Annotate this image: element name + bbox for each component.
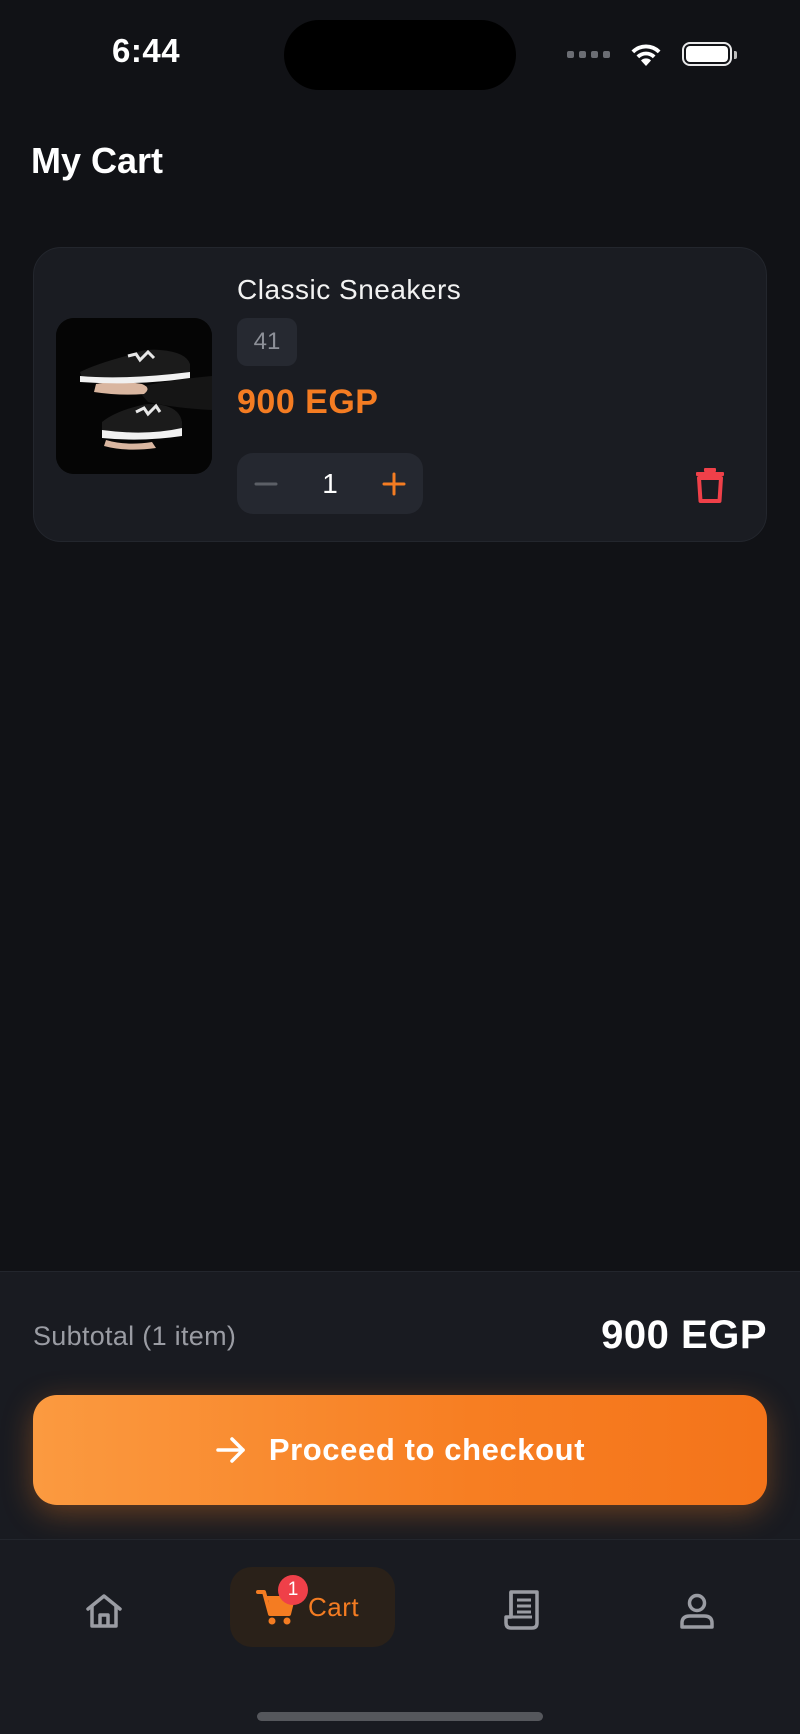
- increase-quantity-button[interactable]: [379, 469, 409, 499]
- nav-orders[interactable]: [497, 1585, 547, 1635]
- proceed-to-checkout-button[interactable]: Proceed to checkout: [33, 1395, 767, 1505]
- cart-screen: 6:44 My Cart Classic Sneakers 41 900 EGP…: [0, 0, 800, 1734]
- cart-icon-wrap: 1: [256, 1575, 308, 1627]
- quantity-stepper: 1: [237, 453, 423, 514]
- size-chip: 41: [237, 318, 297, 366]
- cart-badge: 1: [278, 1575, 308, 1605]
- decrease-quantity-button[interactable]: [251, 469, 281, 499]
- profile-icon: [680, 1593, 714, 1629]
- product-name: Classic Sneakers: [237, 274, 462, 305]
- battery-icon: [682, 42, 737, 66]
- dynamic-island: [284, 20, 516, 90]
- plus-icon: [382, 472, 406, 495]
- home-indicator: [257, 1712, 543, 1721]
- product-image: [56, 318, 212, 474]
- sneakers-product-photo: [56, 318, 212, 474]
- orders-icon: [504, 1590, 539, 1630]
- product-price: 900 EGP: [237, 383, 379, 421]
- status-time: 6:44: [112, 32, 181, 69]
- minus-icon: [254, 482, 278, 485]
- trash-icon: [696, 468, 724, 503]
- order-summary-panel: Subtotal (1 item) 900 EGP Proceed to che…: [0, 1271, 800, 1539]
- cellular-signal-icon: [567, 50, 610, 58]
- checkout-button-label: Proceed to checkout: [268, 1432, 586, 1467]
- cart-item-card: Classic Sneakers 41 900 EGP 1: [33, 247, 767, 542]
- status-icons: [567, 40, 737, 68]
- subtotal-label: Subtotal (1 item): [33, 1321, 237, 1351]
- quantity-value: 1: [322, 467, 338, 499]
- nav-cart[interactable]: 1 Cart: [230, 1567, 395, 1647]
- home-icon: [86, 1594, 122, 1628]
- arrow-right-icon: [216, 1437, 245, 1463]
- wifi-icon: [631, 44, 661, 66]
- status-bar: 6:44: [0, 0, 800, 110]
- page-title: My Cart: [31, 140, 164, 181]
- delete-item-button[interactable]: [690, 465, 730, 505]
- nav-home[interactable]: [79, 1586, 129, 1636]
- nav-profile[interactable]: [672, 1586, 722, 1636]
- bottom-nav: 1 Cart: [0, 1539, 800, 1734]
- subtotal-value: 900 EGP: [601, 1313, 767, 1357]
- nav-cart-label: Cart: [308, 1591, 360, 1622]
